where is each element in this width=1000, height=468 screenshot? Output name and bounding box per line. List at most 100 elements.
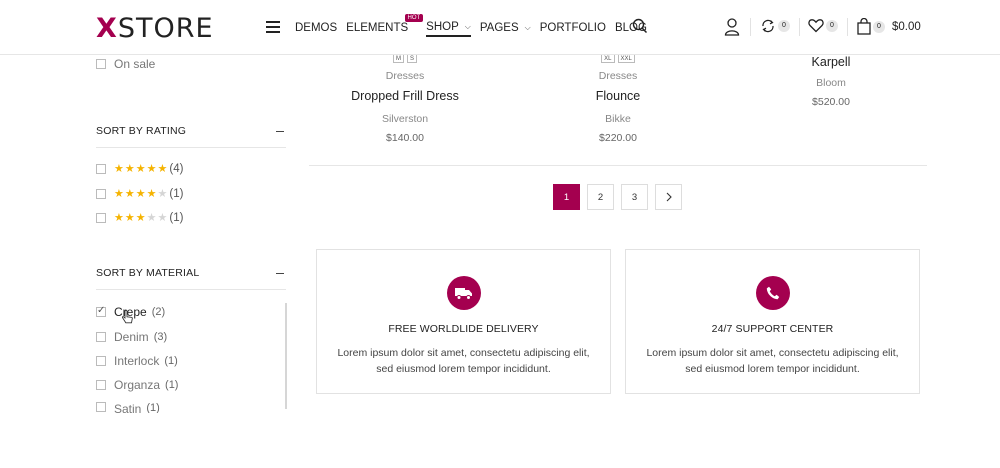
material-filter[interactable]: Satin (1) [96, 402, 160, 413]
material-checkbox[interactable] [96, 356, 106, 366]
phone-icon [755, 276, 790, 310]
compare-button[interactable]: 0 [760, 18, 790, 34]
next-page-button[interactable] [655, 184, 682, 210]
wishlist-count: 0 [826, 19, 838, 32]
divider [309, 165, 927, 166]
page-button[interactable]: 2 [587, 184, 614, 210]
star-rating: ★ ★ ★ ★ ★ [114, 211, 168, 224]
cart-count: 0 [873, 20, 885, 33]
compare-count: 0 [778, 20, 790, 32]
feature-text: Lorem ipsum dolor sit amet, consectetu a… [337, 347, 590, 375]
star-icon: ★ [124, 162, 135, 175]
feature-text: Lorem ipsum dolor sit amet, consectetu a… [646, 347, 899, 375]
rating-filter[interactable]: ★ ★ ★ ★ ★ (1) [96, 188, 183, 200]
on-sale-filter[interactable]: On sale [96, 57, 155, 71]
feature-box-support: 24/7 SUPPORT CENTER Lorem ipsum dolor si… [625, 249, 920, 394]
star-icon: ★ [135, 187, 146, 200]
nav-item-portfolio[interactable]: PORTFOLIO [540, 19, 606, 37]
material-filter[interactable]: Interlock (1) [96, 354, 178, 368]
rating-filter[interactable]: ★ ★ ★ ★ ★ (1) [96, 212, 183, 224]
chevron-down-icon: ⌵ [464, 22, 471, 31]
product-brand[interactable]: Silverston [305, 113, 505, 125]
material-checkbox[interactable] [96, 305, 106, 317]
rating-count: (1) [169, 212, 184, 224]
material-section-title[interactable]: SORT BY MATERIAL [96, 267, 286, 290]
star-icon: ★ [124, 211, 135, 224]
material-filter[interactable]: Denim (3) [96, 330, 167, 344]
compare-icon [762, 19, 774, 33]
product-category[interactable]: Dresses [305, 70, 505, 82]
star-icon: ★ [135, 162, 146, 175]
rating-count: (4) [169, 163, 184, 175]
material-count: (1) [164, 355, 178, 367]
collapse-icon[interactable] [276, 273, 284, 274]
rating-section-title[interactable]: SORT BY RATING [96, 125, 286, 148]
user-icon[interactable] [724, 18, 740, 36]
product-category[interactable]: Dresses [518, 70, 718, 82]
star-icon: ★ [157, 162, 168, 175]
nav-item-shop[interactable]: SHOP ⌵ [426, 19, 471, 37]
heart-icon [808, 19, 824, 33]
nav-item-elements[interactable]: ELEMENTS HOT [346, 14, 424, 37]
star-icon: ★ [157, 187, 168, 200]
star-icon: ★ [114, 211, 124, 224]
size-options: XL XXL [518, 54, 718, 63]
star-icon: ★ [157, 211, 168, 224]
chevron-down-icon: ⌵ [524, 23, 531, 32]
size-option[interactable]: XXL [617, 54, 635, 63]
feature-title: 24/7 SUPPORT CENTER [711, 323, 834, 335]
material-count: (3) [153, 331, 168, 343]
rating-checkbox[interactable] [96, 213, 106, 223]
hot-badge: HOT [404, 14, 424, 22]
product-brand[interactable]: Bikke [518, 113, 718, 125]
product-name[interactable]: Flounce [518, 89, 718, 103]
material-label: Satin [114, 402, 142, 413]
star-icon: ★ [146, 187, 157, 200]
size-options: M S [305, 54, 505, 63]
material-count: (1) [165, 379, 179, 391]
material-filter[interactable]: Organza (1) [96, 378, 178, 392]
filter-scrollbar[interactable] [285, 303, 287, 409]
wishlist-button[interactable]: 0 [808, 18, 838, 33]
rating-count: (1) [169, 188, 184, 200]
size-option[interactable]: M [392, 54, 404, 63]
nav-item-pages[interactable]: PAGES ⌵ [480, 19, 531, 37]
search-icon[interactable] [632, 18, 648, 34]
chevron-right-icon [666, 192, 672, 202]
product-card[interactable]: M S Dresses Dropped Frill Dress Silverst… [305, 54, 505, 144]
header-divider [750, 18, 751, 36]
cart-total: $0.00 [892, 20, 921, 33]
page-button[interactable]: 3 [621, 184, 648, 210]
product-price: $220.00 [599, 132, 637, 144]
feature-title: FREE WORLDLIDE DELIVERY [388, 323, 539, 335]
header-divider [847, 18, 848, 36]
rating-checkbox[interactable] [96, 164, 106, 174]
size-option[interactable]: XL [601, 54, 615, 63]
rating-filter[interactable]: ★ ★ ★ ★ ★ (4) [96, 163, 183, 175]
product-name[interactable]: Karpell [731, 55, 931, 69]
star-icon: ★ [146, 162, 157, 175]
page-button-current[interactable]: 1 [553, 184, 580, 210]
star-rating: ★ ★ ★ ★ ★ [114, 162, 168, 175]
menu-icon[interactable] [266, 21, 280, 33]
on-sale-checkbox[interactable] [96, 59, 106, 69]
product-brand[interactable]: Bloom [731, 77, 931, 89]
material-checkbox[interactable] [96, 380, 106, 390]
rating-checkbox[interactable] [96, 189, 106, 199]
main-nav: DEMOS ELEMENTS HOT SHOP ⌵ PAGES ⌵ PORTFOLI… [295, 14, 656, 37]
nav-item-demos[interactable]: DEMOS [295, 19, 337, 37]
collapse-icon[interactable] [276, 131, 284, 132]
cart-button[interactable]: 0 $0.00 [857, 18, 921, 35]
star-icon: ★ [114, 187, 124, 200]
product-name[interactable]: Dropped Frill Dress [305, 89, 505, 103]
material-checkbox[interactable] [96, 332, 106, 342]
product-card[interactable]: XL XXL Dresses Flounce Bikke $220.00 [518, 54, 718, 144]
material-checkbox[interactable] [96, 402, 106, 412]
size-option[interactable]: S [406, 54, 417, 63]
truck-icon [446, 276, 481, 310]
star-icon: ★ [146, 211, 157, 224]
site-logo[interactable]: XSTORE [96, 13, 214, 44]
material-label: Denim [114, 330, 149, 344]
product-price: $140.00 [386, 132, 424, 144]
product-card[interactable]: Karpell Bloom $520.00 [731, 55, 931, 108]
